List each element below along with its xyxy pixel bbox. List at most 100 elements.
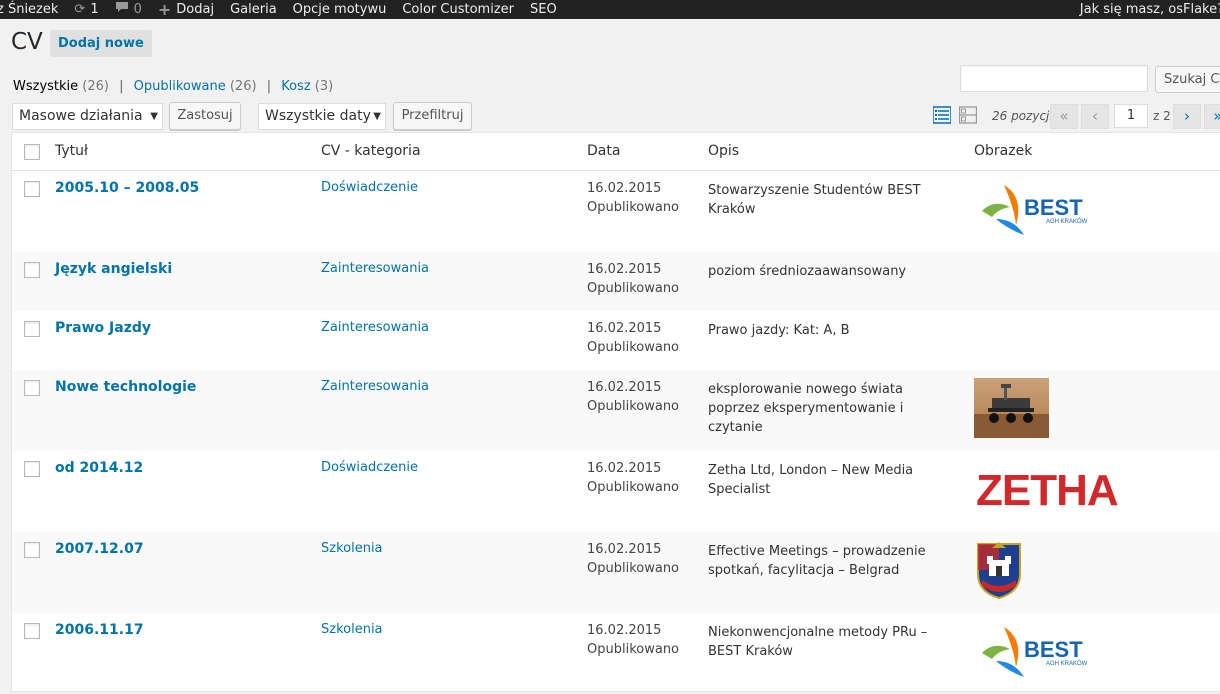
search-input[interactable] xyxy=(960,65,1148,92)
table-row: Prawo Jazdy Zainteresowania 16.02.2015 O… xyxy=(12,311,1220,370)
table-row: Język angielski Zainteresowania 16.02.20… xyxy=(12,252,1220,311)
row-title-link[interactable]: 2006.11.17 xyxy=(55,622,144,638)
row-date-value: 16.02.2015 xyxy=(587,181,662,196)
column-date[interactable]: Data xyxy=(587,143,620,159)
prev-page-button[interactable]: ‹ xyxy=(1081,104,1109,129)
row-checkbox[interactable] xyxy=(24,181,40,197)
row-checkbox[interactable] xyxy=(24,262,40,278)
table-header: Tytuł CV - kategoria Data Opis Obrazek xyxy=(12,133,1220,171)
row-checkbox[interactable] xyxy=(24,321,40,337)
row-date: 16.02.2015 Opublikowano xyxy=(587,179,679,217)
comments-count: 0 xyxy=(133,2,142,17)
add-new-menu[interactable]: + Dodaj xyxy=(158,0,214,19)
view-published-count: (26) xyxy=(229,79,257,94)
menu-theme-options[interactable]: Opcje motywu xyxy=(293,0,387,19)
row-category-link[interactable]: Zainteresowania xyxy=(321,320,429,335)
first-page-button[interactable]: « xyxy=(1050,104,1078,129)
status-filter-links: Wszystkie (26) | Opublikowane (26) | Kos… xyxy=(13,79,333,94)
row-checkbox[interactable] xyxy=(24,461,40,477)
page-title: CV xyxy=(11,29,43,55)
items-count: 26 pozycji xyxy=(992,109,1053,123)
menu-gallery[interactable]: Galeria xyxy=(230,0,277,19)
view-all-link[interactable]: Wszystkie xyxy=(13,79,78,94)
row-date: 16.02.2015 Opublikowano xyxy=(587,319,679,357)
bulk-action-value: Masowe działania xyxy=(19,108,143,124)
plus-icon: + xyxy=(157,0,172,19)
site-name-link[interactable]: z Śniezek xyxy=(0,0,58,19)
separator: | xyxy=(266,79,272,94)
row-category-link[interactable]: Doświadczenie xyxy=(321,460,418,475)
zetha-logo-text: ZETHA xyxy=(976,466,1118,513)
row-status: Opublikowano xyxy=(587,281,680,296)
row-date: 16.02.2015 Opublikowano xyxy=(587,260,679,298)
row-category-link[interactable]: Zainteresowania xyxy=(321,261,429,276)
updates-count: 1 xyxy=(90,2,99,17)
row-checkbox[interactable] xyxy=(24,542,40,558)
admin-bar: z Śniezek ⟳ 1 0 + Dodaj Galeria Opcje mo… xyxy=(0,0,1220,19)
best-logo-subtext: AGH KRAKÓW xyxy=(1046,660,1088,667)
row-category-link[interactable]: Szkolenia xyxy=(321,541,383,556)
list-view-icon[interactable] xyxy=(932,106,952,124)
row-title-link[interactable]: Język angielski xyxy=(55,261,172,277)
row-description: Stowarzyszenie Studentów BEST Kraków xyxy=(708,183,921,217)
dropdown-arrow-icon: ▼ xyxy=(150,111,158,122)
column-description: Opis xyxy=(708,143,740,159)
cv-table: Tytuł CV - kategoria Data Opis Obrazek 2… xyxy=(11,132,1220,692)
table-row: 2006.11.17 Szkolenia 16.02.2015 Opubliko… xyxy=(12,613,1220,694)
column-title[interactable]: Tytuł xyxy=(55,143,88,159)
row-checkbox[interactable] xyxy=(24,623,40,639)
bulk-action-select[interactable]: Masowe działania ▼ xyxy=(12,103,163,130)
column-category: CV - kategoria xyxy=(321,143,421,159)
search-button[interactable]: Szukaj CV xyxy=(1155,66,1220,93)
row-description: Niekonwencjonalne metody PRu – BEST Krak… xyxy=(708,625,928,659)
menu-color-customizer[interactable]: Color Customizer xyxy=(402,0,514,19)
row-date-value: 16.02.2015 xyxy=(587,380,662,395)
row-category-link[interactable]: Zainteresowania xyxy=(321,379,429,394)
refresh-icon: ⟳ xyxy=(74,2,86,17)
row-date: 16.02.2015 Opublikowano xyxy=(587,378,679,416)
comment-icon xyxy=(115,0,129,19)
add-new-label: Dodaj xyxy=(176,2,215,17)
row-description: Zetha Ltd, London – New Media Specialist xyxy=(708,463,914,497)
row-title-link[interactable]: 2005.10 – 2008.05 xyxy=(55,180,199,196)
row-status: Opublikowano xyxy=(587,642,680,657)
add-new-button[interactable]: Dodaj nowe xyxy=(50,30,152,57)
row-category-link[interactable]: Doświadczenie xyxy=(321,180,418,195)
menu-seo[interactable]: SEO xyxy=(530,0,557,19)
row-title-link[interactable]: od 2014.12 xyxy=(55,460,143,476)
select-all-checkbox[interactable] xyxy=(24,144,40,160)
next-page-button[interactable]: › xyxy=(1173,104,1201,129)
row-date-value: 16.02.2015 xyxy=(587,461,662,476)
row-status: Opublikowano xyxy=(587,340,680,355)
row-date: 16.02.2015 Opublikowano xyxy=(587,459,679,497)
date-filter-select[interactable]: Wszystkie daty ▼ xyxy=(258,103,386,130)
user-greeting[interactable]: Jak się masz, osFlake? xyxy=(1080,0,1220,19)
zetha-logo: ZETHA xyxy=(974,463,1124,517)
filter-button[interactable]: Przefiltruj xyxy=(393,102,472,130)
row-title-link[interactable]: Prawo Jazdy xyxy=(55,320,151,336)
row-checkbox[interactable] xyxy=(24,380,40,396)
last-page-button[interactable]: » xyxy=(1204,104,1220,129)
table-row: 2005.10 – 2008.05 Doświadczenie 16.02.20… xyxy=(12,171,1220,252)
row-title-link[interactable]: 2007.12.07 xyxy=(55,541,144,557)
row-category-link[interactable]: Szkolenia xyxy=(321,622,383,637)
row-description: Prawo jazdy: Kat: A, B xyxy=(708,323,850,338)
row-date-value: 16.02.2015 xyxy=(587,262,662,277)
best-logo: BEST AGH KRAKÓW xyxy=(974,621,1093,685)
excerpt-view-icon[interactable] xyxy=(958,106,978,124)
best-logo: BEST AGH KRAKÓW xyxy=(974,179,1093,243)
best-logo-text: BEST xyxy=(1024,637,1083,662)
updates-link[interactable]: ⟳ 1 xyxy=(74,0,98,19)
current-page-input[interactable]: 1 xyxy=(1114,104,1148,128)
view-trash-link[interactable]: Kosz xyxy=(281,79,310,94)
best-logo-text: BEST xyxy=(1024,195,1083,220)
row-status: Opublikowano xyxy=(587,480,680,495)
comments-link[interactable]: 0 xyxy=(115,0,142,19)
apply-button[interactable]: Zastosuj xyxy=(169,102,241,130)
row-status: Opublikowano xyxy=(587,200,680,215)
row-title-link[interactable]: Nowe technologie xyxy=(55,379,196,395)
row-description: poziom średniozaawansowany xyxy=(708,264,907,279)
row-date: 16.02.2015 Opublikowano xyxy=(587,621,679,659)
view-published-link[interactable]: Opublikowane xyxy=(134,79,226,94)
site-name: z Śniezek xyxy=(0,2,59,17)
